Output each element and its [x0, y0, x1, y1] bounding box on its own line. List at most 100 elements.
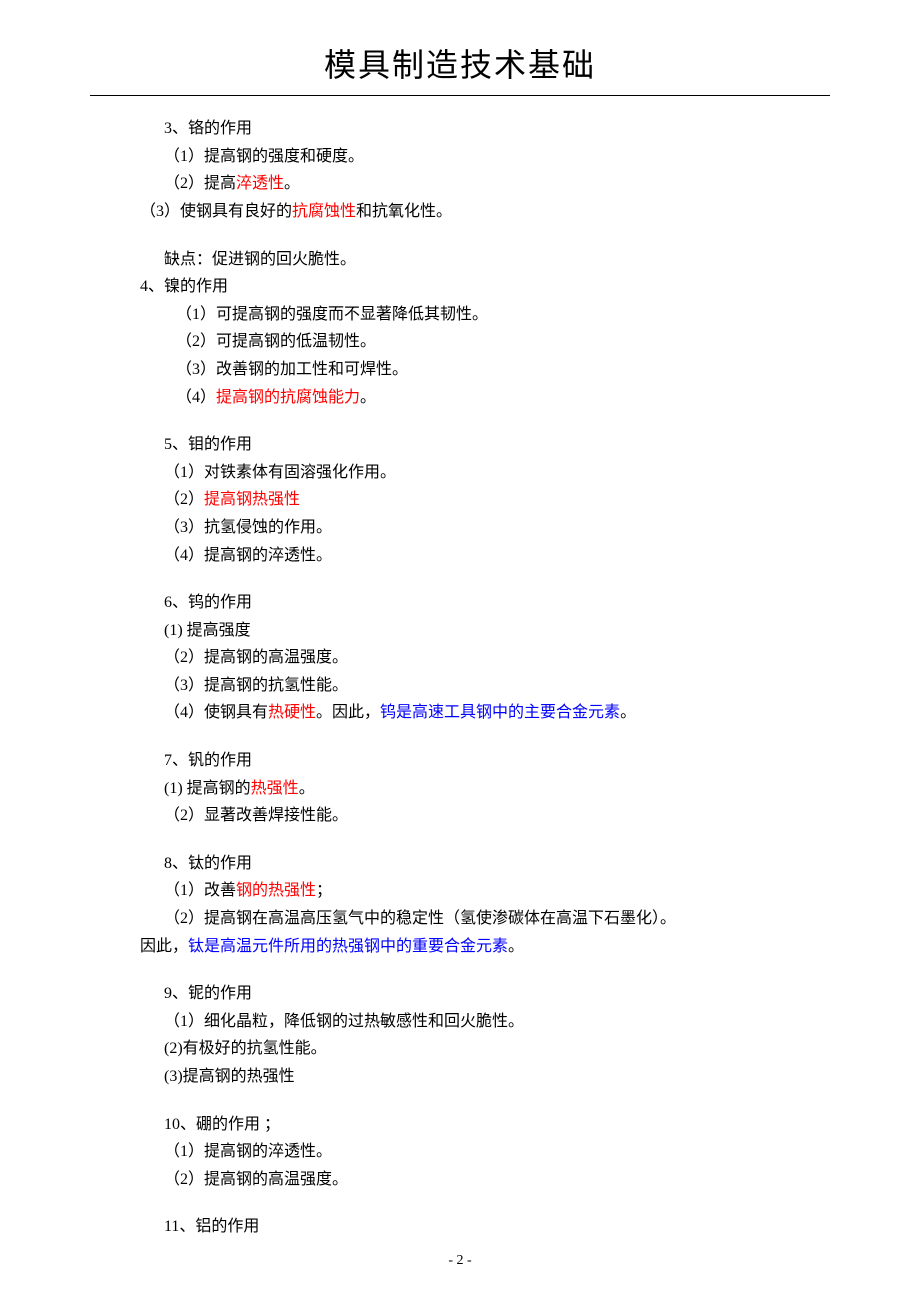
page-number: - 2 - — [0, 1250, 920, 1272]
text-segment: 钢的热强性 — [236, 882, 316, 899]
blank-line — [140, 227, 830, 245]
text-segment: ； — [316, 882, 332, 899]
text-segment: 提高钢的抗腐蚀能力 — [216, 389, 360, 406]
text-segment: （2） — [164, 491, 204, 508]
text-line: （1）细化晶粒，降低钢的过热敏感性和回火脆性。 — [140, 1009, 830, 1035]
body-content: 3、铬的作用（1）提高钢的强度和硬度。（2）提高淬透性。（3）使钢具有良好的抗腐… — [80, 116, 840, 1240]
text-line: （4）使钢具有热硬性。因此，钨是高速工具钢中的主要合金元素。 — [140, 700, 830, 726]
text-segment: 9、铌的作用 — [164, 985, 252, 1002]
blank-line — [140, 570, 830, 588]
text-line: （2）提高钢热强性 — [140, 487, 830, 513]
text-line: （3）抗氢侵蚀的作用。 — [140, 515, 830, 541]
text-segment: 8、钛的作用 — [164, 855, 252, 872]
blank-line — [140, 1194, 830, 1212]
text-segment: (1) 提高钢的 — [164, 780, 251, 797]
text-line: （3）改善钢的加工性和可焊性。 — [140, 357, 830, 383]
text-segment: 11、铝的作用 — [164, 1218, 259, 1235]
text-line: 缺点：促进钢的回火脆性。 — [140, 247, 830, 273]
blank-line — [140, 728, 830, 746]
text-segment: （3）提高钢的抗氢性能。 — [164, 677, 348, 694]
text-line: (1) 提高强度 — [140, 618, 830, 644]
text-segment: (2)有极好的抗氢性能。 — [164, 1040, 327, 1057]
text-segment: （1）对铁素体有固溶强化作用。 — [164, 464, 396, 481]
text-line: （1）提高钢的强度和硬度。 — [140, 144, 830, 170]
text-segment: （1）细化晶粒，降低钢的过热敏感性和回火脆性。 — [164, 1013, 524, 1030]
text-segment: 。 — [620, 704, 636, 721]
text-segment: 5、钼的作用 — [164, 436, 252, 453]
text-line: 11、铝的作用 — [140, 1214, 830, 1240]
text-line: （3）提高钢的抗氢性能。 — [140, 673, 830, 699]
text-segment: （2）提高钢在高温高压氢气中的稳定性（氢使渗碳体在高温下石墨化）。 — [164, 910, 676, 927]
text-segment: （1）提高钢的强度和硬度。 — [164, 148, 364, 165]
text-segment: （2）提高 — [164, 175, 236, 192]
text-segment: 钨是高速工具钢中的主要合金元素 — [380, 704, 620, 721]
text-line: （2）提高钢在高温高压氢气中的稳定性（氢使渗碳体在高温下石墨化）。 — [140, 906, 830, 932]
text-segment: （3）改善钢的加工性和可焊性。 — [176, 361, 408, 378]
text-segment: 4、镍的作用 — [140, 278, 228, 295]
text-segment: 抗腐蚀性 — [292, 203, 356, 220]
text-segment: （2）提高钢的高温强度。 — [164, 1171, 348, 1188]
blank-line — [140, 412, 830, 430]
text-line: （4）提高钢的淬透性。 — [140, 543, 830, 569]
text-segment: （4） — [176, 389, 216, 406]
text-line: 9、铌的作用 — [140, 981, 830, 1007]
text-segment: （3）使钢具有良好的 — [140, 203, 292, 220]
blank-line — [140, 961, 830, 979]
text-segment: （2）显著改善焊接性能。 — [164, 807, 348, 824]
text-segment: 热硬性 — [268, 704, 316, 721]
text-line: 3、铬的作用 — [140, 116, 830, 142]
text-line: 5、钼的作用 — [140, 432, 830, 458]
text-segment: 钛是高温元件所用的热强钢中的重要合金元素 — [188, 938, 508, 955]
title-underline — [90, 95, 830, 96]
text-line: （2）显著改善焊接性能。 — [140, 803, 830, 829]
text-segment: (1) 提高强度 — [164, 622, 251, 639]
text-line: (2)有极好的抗氢性能。 — [140, 1036, 830, 1062]
text-line: 7、钒的作用 — [140, 748, 830, 774]
text-segment: （2）提高钢的高温强度。 — [164, 649, 348, 666]
text-segment: （1）可提高钢的强度而不显著降低其韧性。 — [176, 306, 488, 323]
text-segment: 。 — [508, 938, 524, 955]
text-segment: 因此， — [140, 938, 188, 955]
text-segment: 6、钨的作用 — [164, 594, 252, 611]
text-line: (1) 提高钢的热强性。 — [140, 776, 830, 802]
text-segment: 3、铬的作用 — [164, 120, 252, 137]
text-line: 10、硼的作用 ； — [140, 1112, 830, 1138]
text-line: （2）提高钢的高温强度。 — [140, 645, 830, 671]
text-line: (3)提高钢的热强性 — [140, 1064, 830, 1090]
text-segment: （4）提高钢的淬透性。 — [164, 547, 332, 564]
text-segment: 。 — [284, 175, 300, 192]
text-line: 8、钛的作用 — [140, 851, 830, 877]
text-line: （2）提高淬透性。 — [140, 171, 830, 197]
blank-line — [140, 831, 830, 849]
text-line: 6、钨的作用 — [140, 590, 830, 616]
text-segment: 。 — [360, 389, 376, 406]
text-line: 4、镍的作用 — [140, 274, 830, 300]
text-segment: 。因此， — [316, 704, 380, 721]
text-segment: （1）改善 — [164, 882, 236, 899]
text-segment: （1）提高钢的淬透性。 — [164, 1143, 332, 1160]
text-line: （3）使钢具有良好的抗腐蚀性和抗氧化性。 — [140, 199, 830, 225]
page-title: 模具制造技术基础 — [80, 40, 840, 91]
text-segment: 和抗氧化性。 — [356, 203, 452, 220]
text-line: （2）提高钢的高温强度。 — [140, 1167, 830, 1193]
text-line: （2）可提高钢的低温韧性。 — [140, 329, 830, 355]
text-segment: 提高钢热强性 — [204, 491, 300, 508]
text-line: （1）可提高钢的强度而不显著降低其韧性。 — [140, 302, 830, 328]
text-segment: （3）抗氢侵蚀的作用。 — [164, 519, 332, 536]
text-segment: （4）使钢具有 — [164, 704, 268, 721]
text-segment: (3)提高钢的热强性 — [164, 1068, 295, 1085]
text-line: 因此，钛是高温元件所用的热强钢中的重要合金元素。 — [140, 934, 830, 960]
text-line: （1）提高钢的淬透性。 — [140, 1139, 830, 1165]
text-line: （4）提高钢的抗腐蚀能力。 — [140, 385, 830, 411]
text-segment: 缺点：促进钢的回火脆性。 — [164, 251, 356, 268]
text-segment: 热强性 — [251, 780, 299, 797]
text-segment: 淬透性 — [236, 175, 284, 192]
text-segment: 。 — [299, 780, 315, 797]
text-line: （1）对铁素体有固溶强化作用。 — [140, 460, 830, 486]
text-segment: 10、硼的作用 ； — [164, 1116, 280, 1133]
text-segment: 7、钒的作用 — [164, 752, 252, 769]
blank-line — [140, 1092, 830, 1110]
text-segment: （2）可提高钢的低温韧性。 — [176, 333, 376, 350]
document-page: 模具制造技术基础 3、铬的作用（1）提高钢的强度和硬度。（2）提高淬透性。（3）… — [0, 0, 920, 1302]
text-line: （1）改善钢的热强性； — [140, 878, 830, 904]
